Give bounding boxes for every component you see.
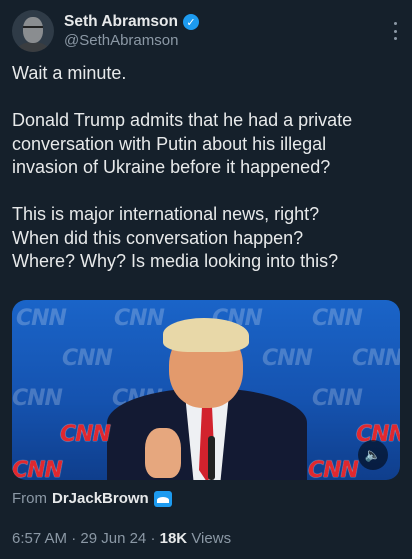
- views-count[interactable]: 18K: [160, 530, 188, 547]
- tweet-line: invasion of Ukraine before it happened?: [12, 157, 331, 177]
- more-dot: [393, 22, 397, 25]
- tweet-line: conversation with Putin about his illega…: [12, 133, 327, 154]
- cnn-watermark: CNN: [12, 386, 63, 411]
- tweet-time[interactable]: 6:57 AM: [12, 530, 67, 547]
- verified-badge-icon: ✓: [182, 14, 199, 30]
- avatar-glasses: [23, 26, 43, 31]
- tweet-header: Seth Abramson ✓ @SethAbramson: [12, 10, 400, 58]
- tweet-line: Where? Why? Is media looking into this?: [12, 251, 339, 271]
- tweet-text: Wait a minute. Donald Trump admits that …: [12, 62, 404, 274]
- tweet-metadata: 6:57 AM · 29 Jun 24 · 18K Views: [12, 530, 231, 547]
- author-handle[interactable]: @SethAbramson: [64, 32, 178, 49]
- tweet-line: Wait a minute.: [12, 63, 127, 83]
- more-dot: [393, 29, 397, 33]
- author-name[interactable]: Seth Abramson: [64, 13, 178, 31]
- source-attribution: From DrJackBrown: [12, 490, 172, 507]
- source-prefix: From: [12, 490, 47, 507]
- speaker-hand: [145, 428, 181, 478]
- tweet-line: When did this conversation happen?: [12, 227, 304, 248]
- speaker-figure: [107, 318, 307, 480]
- wave-badge-icon: [153, 490, 172, 507]
- tweet-line-gap: [12, 86, 404, 110]
- microphone: [208, 436, 215, 480]
- cnn-watermark: CNN: [16, 306, 67, 331]
- tweet-date[interactable]: 29 Jun 24: [80, 530, 146, 547]
- meta-separator: ·: [150, 530, 156, 547]
- mute-icon[interactable]: 🔈: [358, 440, 388, 470]
- tweet-line: Donald Trump admits that he had a privat…: [12, 110, 353, 130]
- video-player[interactable]: CNN CNN CNN CNN CNN CNN CNN CNN CNN CNN …: [12, 300, 400, 480]
- views-label: Views: [191, 530, 232, 547]
- cnn-watermark: CNN: [312, 386, 363, 411]
- more-dot: [393, 37, 397, 40]
- avatar-body: [16, 42, 50, 52]
- tweet-line-gap: [12, 180, 404, 204]
- cnn-podium-logo: CNN: [60, 422, 111, 447]
- source-user-link[interactable]: DrJackBrown: [52, 490, 149, 507]
- cnn-watermark: CNN: [62, 346, 113, 371]
- meta-separator: ·: [71, 530, 77, 547]
- cnn-podium-logo: CNN: [308, 458, 359, 480]
- cnn-watermark: CNN: [312, 306, 363, 331]
- speaker-hair: [163, 318, 249, 352]
- author-name-row[interactable]: Seth Abramson ✓: [64, 13, 199, 31]
- tweet-line: This is major international news, right?: [12, 204, 320, 224]
- avatar[interactable]: [12, 10, 54, 52]
- cnn-podium-logo: CNN: [12, 458, 63, 480]
- cnn-watermark: CNN: [352, 346, 400, 371]
- more-options-icon[interactable]: [392, 22, 398, 40]
